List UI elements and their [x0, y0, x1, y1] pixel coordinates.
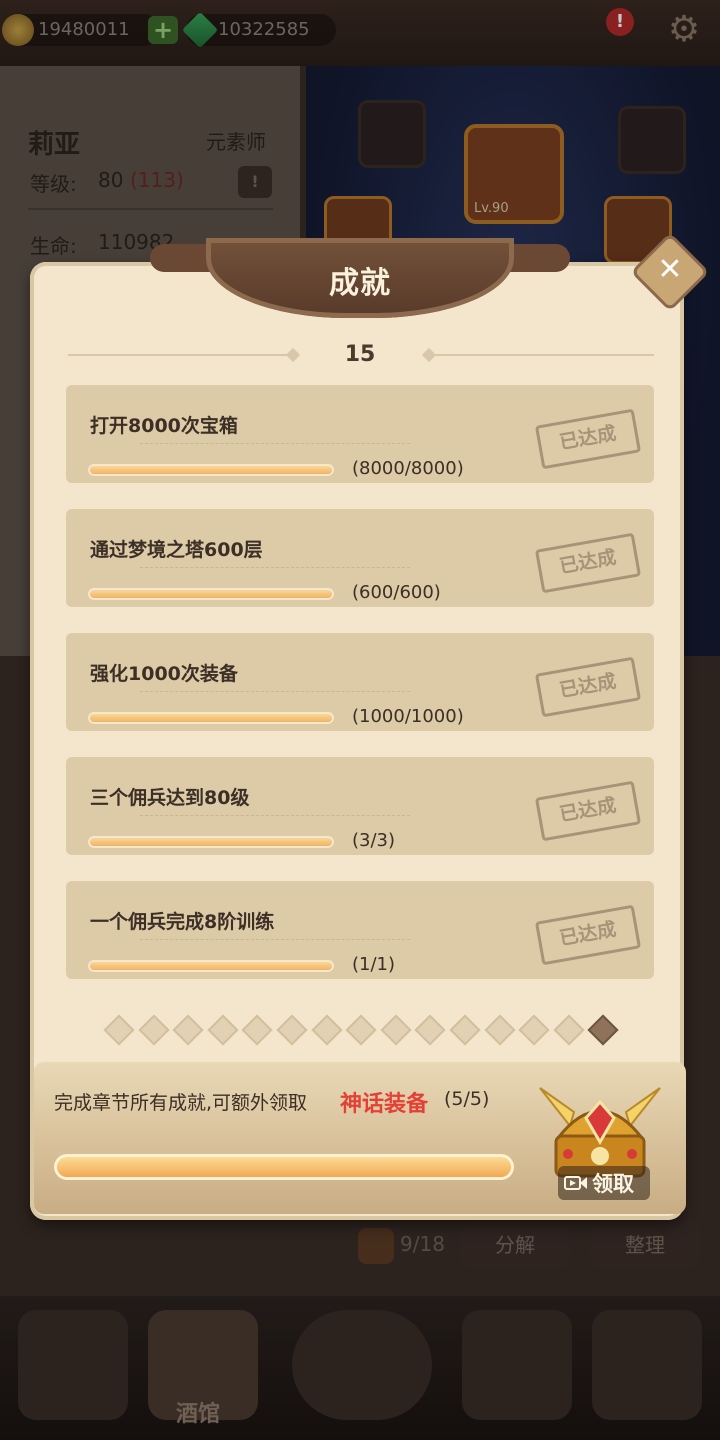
achievement-card: 强化1000次装备 (1000/1000) 已达成: [66, 633, 654, 731]
achievement-progress-text: (8000/8000): [352, 458, 464, 479]
achievement-progress-text: (1000/1000): [352, 706, 464, 727]
achievement-divider: [140, 567, 410, 568]
achievement-divider: [140, 815, 410, 816]
reward-description: 完成章节所有成就,可额外领取: [54, 1092, 308, 1114]
completed-stamp: 已达成: [534, 904, 642, 966]
achievement-progress-fill: [88, 712, 334, 724]
achievement-progress-fill: [88, 836, 334, 848]
achievement-card: 通过梦境之塔600层 (600/600) 已达成: [66, 509, 654, 607]
video-icon: [564, 1176, 587, 1190]
modal-title: 成就: [329, 266, 391, 301]
achievement-divider: [140, 443, 410, 444]
completed-stamp: 已达成: [534, 408, 642, 470]
achievement-progress-fill: [88, 960, 334, 972]
count-divider-left: [68, 354, 294, 356]
achievement-count: 15: [344, 342, 376, 367]
achievement-title: 一个佣兵完成8阶训练: [90, 911, 275, 933]
completed-stamp: 已达成: [534, 780, 642, 842]
achievement-divider: [140, 939, 410, 940]
achievement-progress-text: (3/3): [352, 830, 396, 851]
completed-stamp: 已达成: [534, 532, 642, 594]
completed-stamp: 已达成: [534, 656, 642, 718]
achievement-title: 打开8000次宝箱: [90, 415, 238, 437]
achievement-title: 三个佣兵达到80级: [90, 787, 250, 809]
reward-progress-fill: [54, 1154, 514, 1180]
achievement-progress-bar: [88, 960, 334, 972]
achievement-progress-bar: [88, 588, 334, 600]
achievement-progress-bar: [88, 836, 334, 848]
achievement-progress-fill: [88, 588, 334, 600]
achievement-title: 通过梦境之塔600层: [90, 539, 263, 561]
reward-item-name: 神话装备: [340, 1092, 429, 1117]
achievement-card: 一个佣兵完成8阶训练 (1/1) 已达成: [66, 881, 654, 979]
achievement-progress-text: (1/1): [352, 954, 396, 975]
achievement-title: 强化1000次装备: [90, 663, 238, 685]
close-icon[interactable]: ✕: [642, 242, 698, 298]
achievement-progress-text: (600/600): [352, 582, 441, 603]
achievement-card: 打开8000次宝箱 (8000/8000) 已达成: [66, 385, 654, 483]
achievement-divider: [140, 691, 410, 692]
achievement-progress-fill: [88, 464, 334, 476]
count-divider-right: [428, 354, 654, 356]
reward-progress-count: (5/5): [444, 1088, 490, 1110]
reward-progress-bar: [54, 1154, 514, 1180]
achievement-progress-bar: [88, 712, 334, 724]
achievement-card: 三个佣兵达到80级 (3/3) 已达成: [66, 757, 654, 855]
achievement-progress-bar: [88, 464, 334, 476]
claim-button-label[interactable]: 领取: [592, 1168, 634, 1198]
